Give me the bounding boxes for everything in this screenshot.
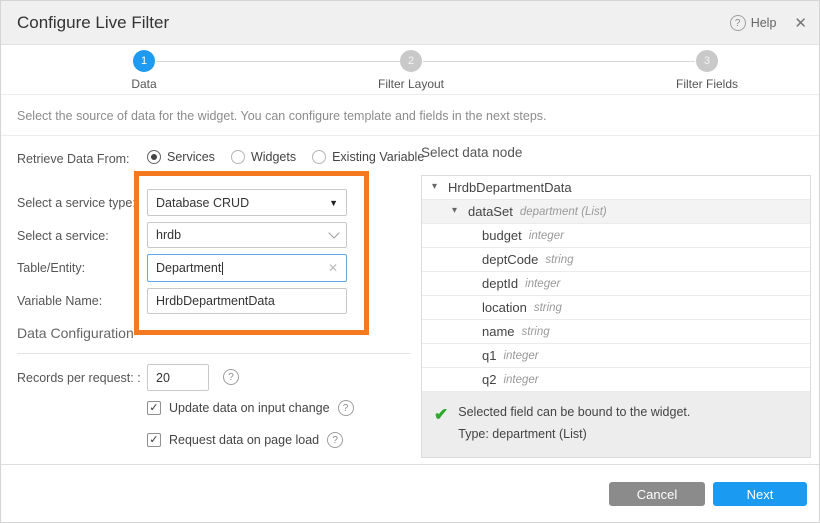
wizard-stepper: 1 2 3 Data Filter Layout Filter Fields [1,45,820,95]
page-title: Configure Live Filter [17,13,169,33]
tree-expanded-icon[interactable]: ▾ [432,181,437,192]
tree-node-label: deptId [482,276,518,291]
configure-live-filter-dialog: Configure Live Filter ? Help ✕ 1 2 3 Dat… [0,0,820,523]
table-entity-label: Table/Entity: [17,261,85,275]
tree-node-q2[interactable]: q2 integer [422,368,810,392]
service-label: Select a service: [17,229,109,243]
radio-existing-variable[interactable]: Existing Variable [312,150,424,164]
select-data-node-heading: Select data node [421,145,522,160]
chevron-down-icon [328,227,339,238]
step-circle-filter-fields[interactable]: 3 [696,50,718,72]
variable-name-value: HrdbDepartmentData [156,294,338,308]
success-check-icon: ✔ [434,405,448,445]
dropdown-arrow-icon: ▼ [329,198,338,208]
step-label-filter-fields: Filter Fields [676,77,738,91]
service-type-select[interactable]: Database CRUD ▼ [147,189,347,216]
request-data-checkbox[interactable]: ✓ [147,433,161,447]
tree-node-label: dataSet [468,204,513,219]
footer-divider [1,464,820,465]
tree-node-dataset[interactable]: ▾ dataSet department (List) [422,200,810,224]
tree-node-type: string [534,302,562,314]
records-per-request-label: Records per request: : [17,371,141,385]
update-data-help-icon[interactable]: ? [338,400,354,416]
update-data-on-input-change-row: ✓ Update data on input change ? [147,400,354,416]
tree-expanded-icon[interactable]: ▾ [452,205,457,216]
service-select[interactable]: hrdb [147,222,347,248]
tree-node-label: q1 [482,348,496,363]
radio-dot [147,150,161,164]
stepper-connector [423,61,695,62]
service-value: hrdb [156,228,330,242]
text-caret [222,262,223,275]
radio-dot [231,150,245,164]
radio-dot [312,150,326,164]
tree-node-location[interactable]: location string [422,296,810,320]
info-line-1: Selected field can be bound to the widge… [458,401,690,423]
radio-services-label: Services [167,150,215,164]
tree-node-name[interactable]: name string [422,320,810,344]
step-circle-filter-layout[interactable]: 2 [400,50,422,72]
step-circle-data[interactable]: 1 [133,50,155,72]
records-per-request-input[interactable]: 20 [147,364,209,391]
step-description-bar: Select the source of data for the widget… [1,96,820,136]
help-button[interactable]: ? Help [730,15,777,31]
tree-node-label: name [482,324,515,339]
clear-icon[interactable]: ✕ [328,261,338,275]
retrieve-data-from-radio-group: Services Widgets Existing Variable [147,150,424,164]
table-entity-input[interactable]: Department ✕ [147,254,347,282]
tree-node-budget[interactable]: budget integer [422,224,810,248]
variable-name-input[interactable]: HrdbDepartmentData [147,288,347,314]
data-node-tree: ▾ HrdbDepartmentData ▾ dataSet departmen… [421,175,811,458]
tree-node-type: string [545,254,573,266]
tree-node-label: HrdbDepartmentData [448,180,572,195]
stepper-connector [156,61,400,62]
tree-node-label: deptCode [482,252,538,267]
tree-node-label: q2 [482,372,496,387]
tree-node-q1[interactable]: q1 integer [422,344,810,368]
tree-node-label: budget [482,228,522,243]
request-data-on-page-load-row: ✓ Request data on page load ? [147,432,343,448]
tree-node-label: location [482,300,527,315]
tree-node-type: integer [525,278,560,290]
tree-node-root[interactable]: ▾ HrdbDepartmentData [422,176,810,200]
help-icon: ? [730,15,746,31]
radio-services[interactable]: Services [147,150,215,164]
info-line-2: Type: department (List) [458,423,690,445]
update-data-checkbox[interactable]: ✓ [147,401,161,415]
step-label-data: Data [131,77,156,91]
tree-node-type: integer [503,374,538,386]
tree-node-type: integer [529,230,564,242]
radio-existing-variable-label: Existing Variable [332,150,424,164]
tree-node-type: string [522,326,550,338]
cancel-button[interactable]: Cancel [609,482,705,506]
service-type-label: Select a service type: [17,196,136,210]
help-label: Help [751,16,777,30]
tree-node-deptcode[interactable]: deptCode string [422,248,810,272]
records-help-icon[interactable]: ? [223,369,239,385]
update-data-label: Update data on input change [169,401,330,415]
service-type-value: Database CRUD [156,196,329,210]
radio-widgets[interactable]: Widgets [231,150,296,164]
data-configuration-heading: Data Configuration [17,325,134,341]
request-data-help-icon[interactable]: ? [327,432,343,448]
variable-name-label: Variable Name: [17,294,102,308]
retrieve-data-from-label: Retrieve Data From: [17,152,130,166]
radio-widgets-label: Widgets [251,150,296,164]
dialog-header: Configure Live Filter ? Help ✕ [1,1,820,45]
step-label-filter-layout: Filter Layout [378,77,444,91]
records-per-request-value: 20 [156,371,200,385]
selection-info-box: ✔ Selected field can be bound to the wid… [422,392,810,457]
tree-node-type: department (List) [520,206,607,218]
step-description: Select the source of data for the widget… [17,109,547,123]
section-divider [17,353,411,354]
next-button[interactable]: Next [713,482,807,506]
tree-node-deptid[interactable]: deptId integer [422,272,810,296]
table-entity-value: Department [156,261,221,275]
close-icon[interactable]: ✕ [794,14,807,32]
tree-node-type: integer [503,350,538,362]
request-data-label: Request data on page load [169,433,319,447]
